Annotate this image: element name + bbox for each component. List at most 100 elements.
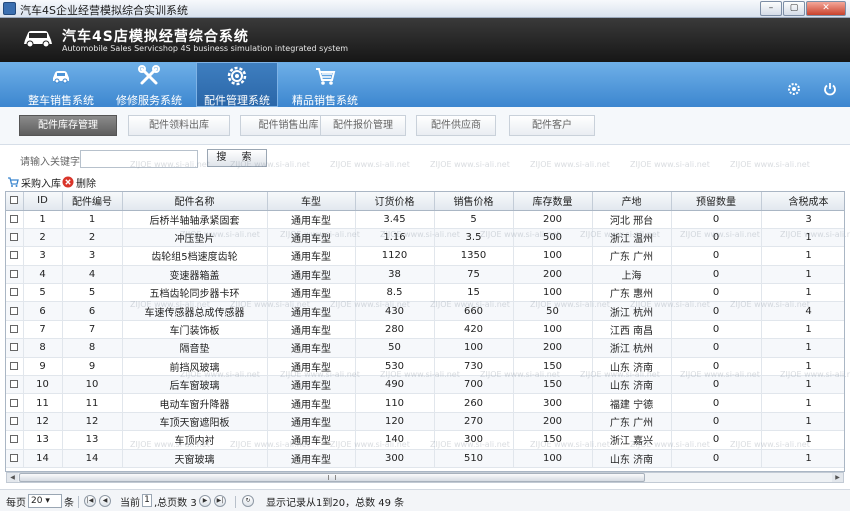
column-header[interactable]: 配件名称 [122,192,268,211]
table-cell: 200 [513,210,593,229]
column-header[interactable]: 库存数量 [513,192,593,211]
last-page-icon[interactable]: ▶| [214,495,226,507]
row-checkbox[interactable] [6,338,24,358]
table-cell: 1 [761,265,844,285]
table-row[interactable]: 14 14 天窗玻璃 通用车型 300 510 100 山东 济南 0 1 [6,449,844,468]
column-header[interactable]: 含税成本 [761,192,844,211]
settings-icon[interactable] [787,82,801,96]
subtab-parts-customer[interactable]: 配件客户 [509,115,595,136]
window-titlebar: 汽车4S企业经营模拟综合实训系统 – ▢ ✕ [0,0,850,18]
table-row[interactable]: 12 12 车顶天窗遮阳板 通用车型 120 270 200 广东 广州 0 1 [6,412,844,432]
subtab-parts-inventory[interactable]: 配件库存管理 [19,115,117,136]
column-header[interactable]: 配件编号 [62,192,123,211]
table-row[interactable]: 1 1 后桥半轴轴承紧固套 通用车型 3.45 5 200 河北 邢台 0 3 [6,210,844,229]
table-cell: 3 [23,246,63,266]
row-checkbox[interactable] [6,283,24,303]
subtab-parts-quotation[interactable]: 配件报价管理 [320,115,406,136]
table-row[interactable]: 2 2 冲压垫片 通用车型 1.16 3.5 500 浙江 温州 0 1 [6,228,844,248]
table-cell: 270 [434,412,514,432]
parts-table: ID 配件编号 配件名称 车型 订货价格 销售价格 库存数量 产地 预留数量 含… [6,192,844,468]
table-row[interactable]: 7 7 车门装饰板 通用车型 280 420 100 江西 南昌 0 1 [6,320,844,340]
table-cell: 1 [761,375,844,395]
maximize-button[interactable]: ▢ [783,1,805,16]
table-cell: 660 [434,301,514,321]
nav-parts-management[interactable]: 配件管理系统 [196,62,278,107]
table-row[interactable]: 9 9 前挡风玻璃 通用车型 530 730 150 山东 济南 0 1 [6,357,844,377]
select-all-checkbox[interactable] [6,192,24,211]
table-cell: 5 [434,210,514,229]
window-controls: – ▢ ✕ [760,1,846,16]
row-checkbox[interactable] [6,320,24,340]
row-checkbox[interactable] [6,412,24,432]
cart-icon [316,68,336,85]
table-cell: 9 [23,357,63,377]
nav-boutique-sales[interactable]: 精品销售系统 [284,62,366,107]
column-header[interactable]: 销售价格 [434,192,514,211]
first-page-icon[interactable]: |◀ [84,495,96,507]
column-header[interactable]: 预留数量 [671,192,762,211]
column-header[interactable]: ID [23,192,63,211]
table-cell: 通用车型 [267,320,356,340]
subtab-parts-requisition[interactable]: 配件领料出库 [128,115,230,136]
column-header[interactable]: 车型 [267,192,356,211]
gear-icon [227,66,247,86]
prev-page-icon[interactable]: ◀ [99,495,111,507]
table-row[interactable]: 4 4 变速器箱盖 通用车型 38 75 200 上海 0 1 [6,265,844,285]
table-row[interactable]: 5 5 五档齿轮同步器卡环 通用车型 8.5 15 100 广东 惠州 0 1 [6,283,844,303]
table-cell: 5 [62,283,123,303]
row-checkbox[interactable] [6,265,24,285]
table-row[interactable]: 11 11 电动车窗升降器 通用车型 110 260 300 福建 宁德 0 1 [6,393,844,413]
table-cell: 0 [671,393,762,413]
table-row[interactable]: 8 8 隔音垫 通用车型 50 100 200 浙江 杭州 0 1 [6,338,844,358]
row-checkbox[interactable] [6,393,24,413]
subtab-parts-supplier[interactable]: 配件供应商 [416,115,496,136]
nav-repair-service[interactable]: 修修服务系统 [108,62,190,107]
table-row[interactable]: 13 13 车顶内衬 通用车型 140 300 150 浙江 嘉兴 0 1 [6,430,844,450]
minimize-button[interactable]: – [760,1,782,16]
row-checkbox[interactable] [6,357,24,377]
refresh-icon[interactable]: ↻ [242,495,254,507]
table-cell: 通用车型 [267,283,356,303]
table-cell: 浙江 杭州 [592,338,672,358]
table-cell: 0 [671,210,762,229]
table-cell: 300 [434,430,514,450]
table-cell: 通用车型 [267,375,356,395]
table-row[interactable]: 3 3 齿轮组5档速度齿轮 通用车型 1120 1350 100 广东 广州 0 1 [6,246,844,266]
table-cell: 齿轮组5档速度齿轮 [122,246,268,266]
column-header[interactable]: 订货价格 [355,192,435,211]
row-checkbox[interactable] [6,430,24,450]
table-cell: 5 [23,283,63,303]
column-header[interactable]: 产地 [592,192,672,211]
table-cell: 2 [62,228,123,248]
search-input[interactable] [80,150,198,168]
row-checkbox[interactable] [6,301,24,321]
purchase-inbound-button[interactable]: 采购入库 [7,175,61,190]
table-cell: 后车窗玻璃 [122,375,268,395]
scroll-right-icon[interactable]: ▶ [832,473,843,482]
scroll-left-icon[interactable]: ◀ [7,473,18,482]
row-checkbox[interactable] [6,375,24,395]
search-button[interactable]: 搜 索 [207,149,267,167]
horizontal-scrollbar[interactable]: ◀ ▶ [6,472,844,483]
row-checkbox[interactable] [6,210,24,229]
current-page-input[interactable]: 1 [142,494,152,507]
nav-vehicle-sales[interactable]: 整车销售系统 [20,62,102,107]
table-cell: 300 [513,393,593,413]
next-page-icon[interactable]: ▶ [199,495,211,507]
delete-button[interactable]: 删除 [62,175,96,190]
per-page-select[interactable]: 20 ▾ [28,494,62,508]
row-checkbox[interactable] [6,246,24,266]
table-row[interactable]: 10 10 后车窗玻璃 通用车型 490 700 150 山东 济南 0 1 [6,375,844,395]
row-checkbox[interactable] [6,228,24,248]
table-cell: 730 [434,357,514,377]
table-cell: 430 [355,301,435,321]
table-cell: 1 [761,357,844,377]
close-button[interactable]: ✕ [806,1,846,16]
scroll-thumb[interactable] [19,473,645,482]
table-row[interactable]: 6 6 车速传感器总成传感器 通用车型 430 660 50 浙江 杭州 0 4 [6,301,844,321]
table-cell: 200 [513,265,593,285]
power-icon[interactable] [823,82,837,96]
table-cell: 4 [62,265,123,285]
table-cell: 14 [23,449,63,468]
row-checkbox[interactable] [6,449,24,468]
